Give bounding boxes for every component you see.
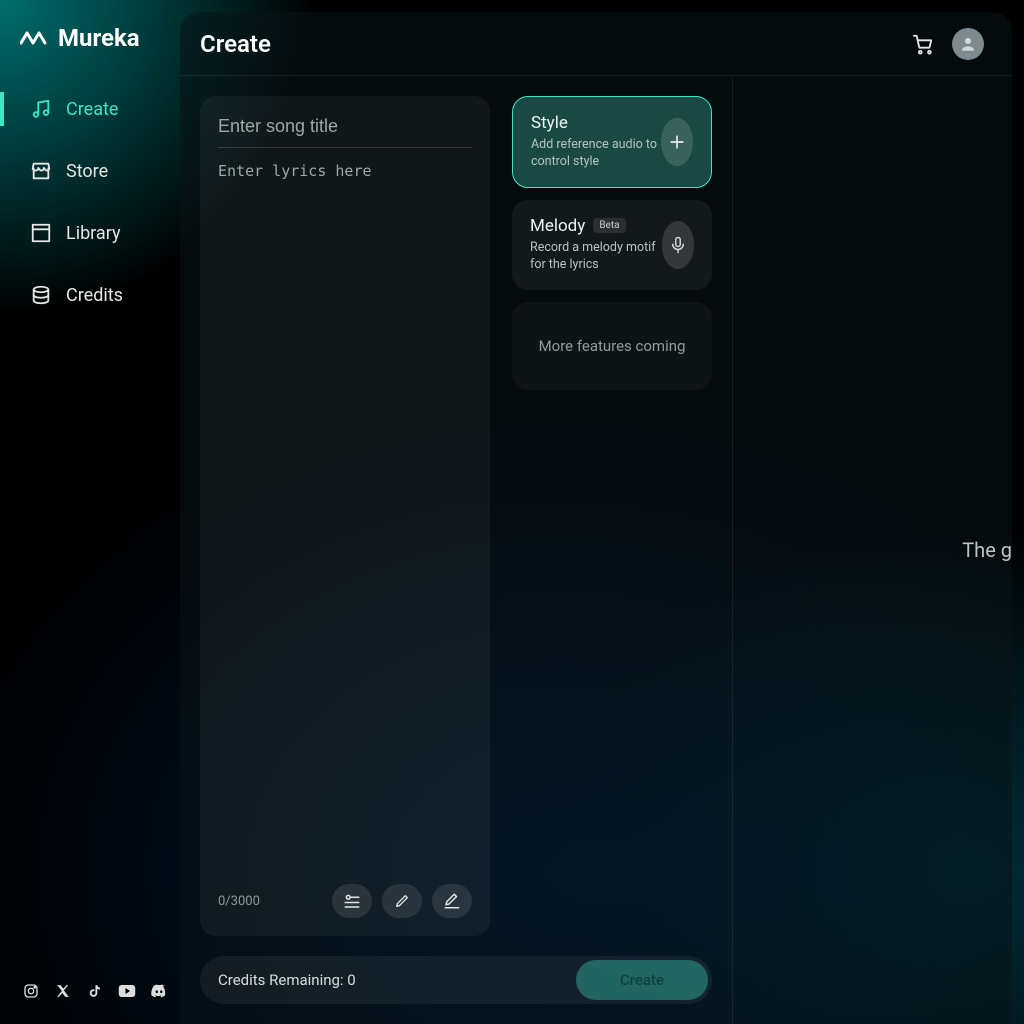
sidebar-item-create[interactable]: Create bbox=[0, 92, 180, 126]
melody-card-desc: Record a melody motif for the lyrics bbox=[530, 240, 662, 274]
style-card-desc: Add reference audio to control style bbox=[531, 137, 661, 171]
sidebar-item-label: Create bbox=[66, 99, 118, 120]
record-melody-button[interactable] bbox=[662, 221, 694, 269]
sidebar-item-credits[interactable]: Credits bbox=[0, 278, 180, 312]
style-card[interactable]: Style Add reference audio to control sty… bbox=[512, 96, 712, 188]
avatar[interactable] bbox=[952, 28, 984, 60]
store-icon bbox=[30, 160, 52, 182]
add-style-button[interactable] bbox=[661, 118, 693, 166]
lyrics-tool-settings[interactable] bbox=[332, 884, 372, 918]
sidebar-item-library[interactable]: Library bbox=[0, 216, 180, 250]
lyrics-card: 0/3000 bbox=[200, 96, 490, 936]
header: Create bbox=[180, 12, 1012, 76]
library-icon bbox=[30, 222, 52, 244]
beta-badge: Beta bbox=[593, 218, 625, 233]
more-features-label: More features coming bbox=[539, 337, 686, 355]
instagram-icon[interactable] bbox=[22, 982, 40, 1000]
lyrics-tool-rewrite[interactable] bbox=[432, 884, 472, 918]
brand-name: Mureka bbox=[58, 24, 140, 52]
brand-mark-icon bbox=[20, 29, 50, 47]
style-card-title: Style bbox=[531, 113, 661, 133]
cart-icon[interactable] bbox=[912, 33, 934, 55]
bottom-bar: Credits Remaining: 0 Create bbox=[200, 956, 712, 1004]
youtube-icon[interactable] bbox=[118, 982, 136, 1000]
more-features-card: More features coming bbox=[512, 302, 712, 390]
x-twitter-icon[interactable] bbox=[54, 982, 72, 1000]
main-panel: Create bbox=[180, 12, 1012, 1024]
preview-column: The g bbox=[732, 76, 1012, 1024]
sidebar-item-label: Store bbox=[66, 161, 108, 182]
social-links bbox=[0, 982, 180, 1024]
preview-teaser-text: The g bbox=[956, 538, 1012, 562]
credits-icon bbox=[30, 284, 52, 306]
sidebar-nav: Create Store Library bbox=[0, 92, 180, 312]
brand-logo[interactable]: Mureka bbox=[0, 24, 180, 92]
create-button-label: Create bbox=[620, 971, 664, 989]
sidebar-item-store[interactable]: Store bbox=[0, 154, 180, 188]
music-note-icon bbox=[30, 98, 52, 120]
sidebar: Mureka Create Store bbox=[0, 0, 180, 1024]
sidebar-item-label: Library bbox=[66, 223, 121, 244]
tiktok-icon[interactable] bbox=[86, 982, 104, 1000]
song-title-input[interactable] bbox=[218, 114, 472, 148]
sidebar-item-label: Credits bbox=[66, 285, 123, 306]
lyrics-input[interactable] bbox=[218, 162, 472, 874]
discord-icon[interactable] bbox=[150, 982, 168, 1000]
credits-remaining: Credits Remaining: 0 bbox=[218, 971, 356, 989]
char-count: 0/3000 bbox=[218, 894, 260, 909]
page-title: Create bbox=[200, 30, 271, 58]
melody-card-title: Melody bbox=[530, 216, 585, 236]
lyrics-tool-edit[interactable] bbox=[382, 884, 422, 918]
create-button[interactable]: Create bbox=[576, 960, 708, 1000]
melody-card[interactable]: Melody Beta Record a melody motif for th… bbox=[512, 200, 712, 290]
